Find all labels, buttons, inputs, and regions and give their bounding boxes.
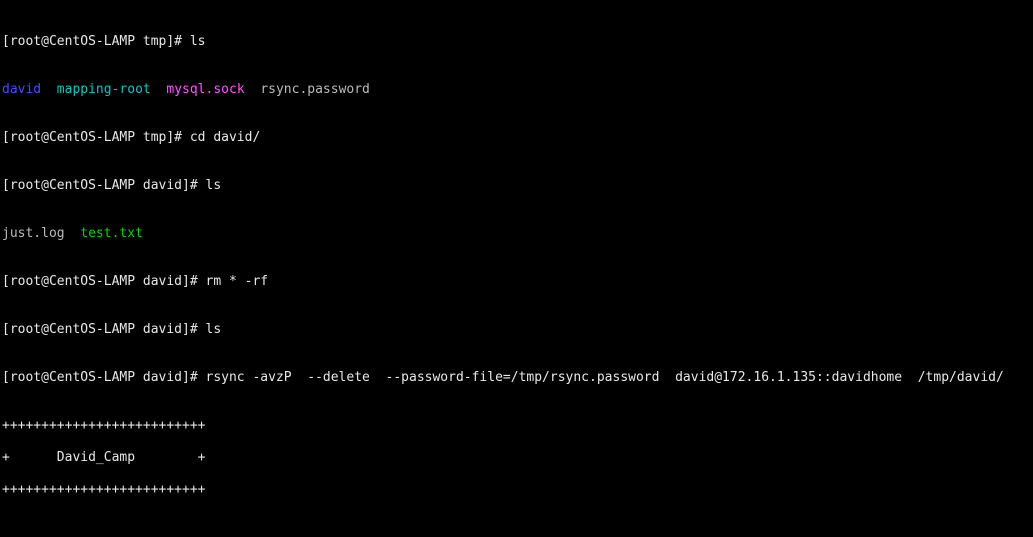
dir-david: david <box>2 82 41 97</box>
cmd-text: ls <box>206 322 222 337</box>
terminal[interactable]: [root@CentOS-LAMP tmp]# ls david mapping… <box>0 0 1033 537</box>
cmd-text: ls <box>190 34 206 49</box>
cmd-text: ls <box>206 178 222 193</box>
file-justlog: just.log <box>2 226 65 241</box>
sock-mysql: mysql.sock <box>166 82 244 97</box>
banner-sep: ++++++++++++++++++++++++++ <box>2 482 1031 498</box>
line: [root@CentOS-LAMP david]# rsync -avzP --… <box>2 370 1031 386</box>
ls-output: just.log test.txt <box>2 226 1031 242</box>
line: [root@CentOS-LAMP david]# rm * -rf <box>2 274 1031 290</box>
prompt: [root@CentOS-LAMP david]# <box>2 322 198 337</box>
line: [root@CentOS-LAMP tmp]# cd david/ <box>2 130 1031 146</box>
line: [root@CentOS-LAMP david]# ls <box>2 322 1031 338</box>
banner-sep: ++++++++++++++++++++++++++ <box>2 418 1031 434</box>
ls-output: david mapping-root mysql.sock rsync.pass… <box>2 82 1031 98</box>
cmd-text: cd david/ <box>190 130 260 145</box>
cmd-text: rsync -avzP --delete --password-file=/tm… <box>206 370 1004 385</box>
cmd-text: rm * -rf <box>206 274 269 289</box>
line: [root@CentOS-LAMP tmp]# ls <box>2 34 1031 50</box>
prompt: [root@CentOS-LAMP david]# <box>2 274 198 289</box>
prompt: [root@CentOS-LAMP david]# <box>2 178 198 193</box>
prompt: [root@CentOS-LAMP tmp]# <box>2 130 182 145</box>
file-rsync-password: rsync.password <box>260 82 370 97</box>
blank-line <box>2 530 1031 537</box>
file-testtxt: test.txt <box>80 226 143 241</box>
banner-mid: + David_Camp + <box>2 450 1031 466</box>
prompt: [root@CentOS-LAMP david]# <box>2 370 198 385</box>
link-mapping-root: mapping-root <box>57 82 151 97</box>
prompt: [root@CentOS-LAMP tmp]# <box>2 34 182 49</box>
line: [root@CentOS-LAMP david]# ls <box>2 178 1031 194</box>
